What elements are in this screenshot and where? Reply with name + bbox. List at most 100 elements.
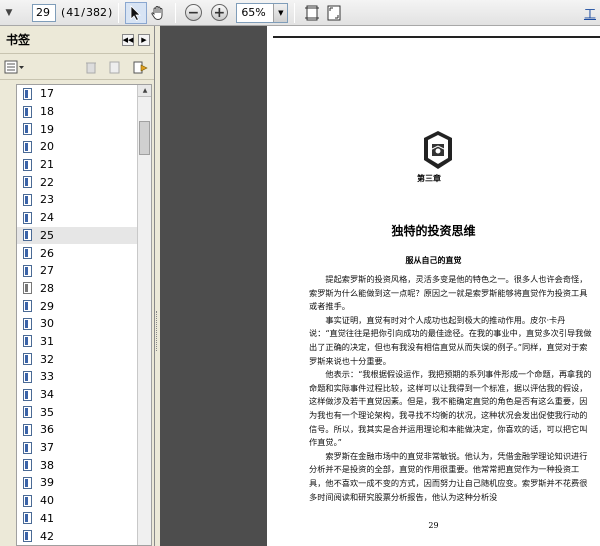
bookmarks-panel: 书签 ◀◀ ▶ 17 18 19 20 21 22 23 24 25 26 27 28 29 30 31 32… — [0, 26, 155, 546]
main-toolbar: ▼ ( 41 / 382 ) − + 65% ▼ — [0, 0, 600, 26]
toolbar-separator — [175, 2, 177, 23]
bookmark-icon — [23, 335, 32, 348]
bookmark-item-22[interactable]: 22 — [17, 173, 151, 191]
bookmark-icon — [23, 441, 32, 454]
fit-width-button[interactable] — [301, 2, 323, 24]
new-bookmark-icon — [109, 61, 120, 73]
bookmark-label: 29 — [40, 299, 54, 313]
hand-icon — [151, 5, 163, 20]
bookmark-icon — [23, 317, 32, 330]
zoom-level-value: 65% — [241, 6, 266, 19]
bookmark-icon — [23, 123, 32, 136]
scroll-up-icon[interactable]: ▲ — [138, 85, 151, 97]
options-menu-button[interactable] — [4, 58, 26, 76]
bookmark-icon — [23, 406, 32, 419]
bookmark-item-35[interactable]: 35 — [17, 403, 151, 421]
bookmark-label: 18 — [40, 105, 54, 119]
bookmark-label: 39 — [40, 476, 54, 490]
bookmark-icon — [23, 264, 32, 277]
bookmark-item-34[interactable]: 34 — [17, 386, 151, 404]
bookmark-item-30[interactable]: 30 — [17, 315, 151, 333]
tools-link[interactable]: 工 — [584, 5, 596, 22]
expand-bookmark-button[interactable] — [132, 58, 148, 76]
bookmark-item-31[interactable]: 31 — [17, 333, 151, 351]
bookmark-item-33[interactable]: 33 — [17, 368, 151, 386]
bookmark-item-18[interactable]: 18 — [17, 103, 151, 121]
cursor-icon — [130, 4, 142, 21]
splitter-grip[interactable] — [156, 311, 159, 351]
document-view[interactable]: 第三章 独特的投资思维 服从自己的直觉 提起索罗斯的投资风格，灵活多变是他的特色… — [160, 26, 600, 546]
bookmark-label: 21 — [40, 158, 54, 172]
new-bookmark-button[interactable] — [108, 58, 122, 76]
bookmark-item-42[interactable]: 42 — [17, 527, 151, 545]
hand-tool-button[interactable] — [147, 2, 169, 24]
scrollbar-thumb[interactable] — [139, 121, 150, 155]
bookmark-item-17[interactable]: 17 — [17, 85, 151, 103]
bookmark-icon — [23, 459, 32, 472]
bookmark-item-19[interactable]: 19 — [17, 120, 151, 138]
bookmark-label: 32 — [40, 352, 54, 366]
toolbar-overflow-icon[interactable]: ▼ — [2, 2, 16, 24]
bookmark-item-40[interactable]: 40 — [17, 492, 151, 510]
page-number: 29 — [428, 521, 439, 530]
bookmarks-list: 17 18 19 20 21 22 23 24 25 26 27 28 29 30 31 32 33 34 35 36… — [17, 85, 151, 545]
bookmark-icon — [23, 229, 32, 242]
fit-width-icon — [305, 5, 320, 20]
chevron-down-icon[interactable]: ▼ — [273, 3, 288, 22]
bookmark-label: 34 — [40, 388, 54, 402]
minus-icon: − — [184, 4, 202, 21]
bookmark-icon — [23, 105, 32, 118]
bookmark-item-25[interactable]: 25 — [17, 226, 151, 245]
bookmark-icon — [23, 476, 32, 489]
plus-icon: + — [210, 4, 228, 21]
bookmark-icon — [23, 282, 32, 295]
bookmark-label: 17 — [40, 87, 54, 101]
zoom-out-button[interactable]: − — [182, 2, 204, 24]
bookmark-label: 27 — [40, 264, 54, 278]
bookmark-item-21[interactable]: 21 — [17, 156, 151, 174]
page-count-label: ( 41 / 382 ) — [61, 6, 113, 19]
bookmarks-scrollbar[interactable]: ▲ — [137, 85, 151, 545]
fit-page-icon — [327, 5, 341, 20]
delete-bookmark-button[interactable] — [84, 58, 98, 76]
bookmark-label: 31 — [40, 334, 54, 348]
panel-menu-button[interactable]: ▶ — [138, 34, 150, 46]
toolbar-separator — [294, 2, 296, 23]
bookmark-item-32[interactable]: 32 — [17, 350, 151, 368]
bookmark-icon — [23, 247, 32, 260]
collapse-panel-button[interactable]: ◀◀ — [122, 34, 134, 46]
bookmark-item-28[interactable]: 28 — [17, 280, 151, 298]
page-total: 382 — [86, 6, 108, 19]
bookmark-item-26[interactable]: 26 — [17, 244, 151, 262]
select-tool-button[interactable] — [125, 1, 148, 24]
pdf-page: 第三章 独特的投资思维 服从自己的直觉 提起索罗斯的投资风格，灵活多变是他的特色… — [267, 26, 600, 546]
page-position: 41 — [66, 6, 81, 19]
bookmark-label: 38 — [40, 458, 54, 472]
page-body: 提起索罗斯的投资风格，灵活多变是他的特色之一。很多人也许会奇怪，索罗斯为什么能做… — [309, 273, 594, 504]
bookmark-item-36[interactable]: 36 — [17, 421, 151, 439]
bookmark-label: 41 — [40, 511, 54, 525]
bookmark-item-39[interactable]: 39 — [17, 474, 151, 492]
right-arrow-icon: ▶ — [141, 36, 147, 44]
double-left-arrow-icon: ◀◀ — [122, 36, 134, 44]
trash-icon — [86, 62, 96, 73]
bookmark-item-24[interactable]: 24 — [17, 209, 151, 227]
zoom-in-button[interactable]: + — [208, 2, 230, 24]
fit-page-button[interactable] — [323, 2, 345, 24]
chapter-emblem-icon — [424, 131, 452, 169]
bookmark-item-23[interactable]: 23 — [17, 191, 151, 209]
page-number-input[interactable] — [32, 3, 56, 22]
bookmark-item-41[interactable]: 41 — [17, 510, 151, 528]
bookmark-icon — [23, 193, 32, 206]
paragraph: 提起索罗斯的投资风格，灵活多变是他的特色之一。很多人也许会奇怪，索罗斯为什么能做… — [309, 274, 588, 312]
bookmark-item-27[interactable]: 27 — [17, 262, 151, 280]
zoom-level-select[interactable]: 65% ▼ — [236, 2, 289, 23]
bookmark-item-38[interactable]: 38 — [17, 456, 151, 474]
bookmarks-list-container: 17 18 19 20 21 22 23 24 25 26 27 28 29 30 31 32 33 34 35 36… — [16, 84, 152, 546]
bookmark-item-29[interactable]: 29 — [17, 297, 151, 315]
bookmark-label: 40 — [40, 494, 54, 508]
bookmark-label: 30 — [40, 317, 54, 331]
bookmark-icon — [23, 370, 32, 383]
bookmark-item-20[interactable]: 20 — [17, 138, 151, 156]
bookmark-item-37[interactable]: 37 — [17, 439, 151, 457]
